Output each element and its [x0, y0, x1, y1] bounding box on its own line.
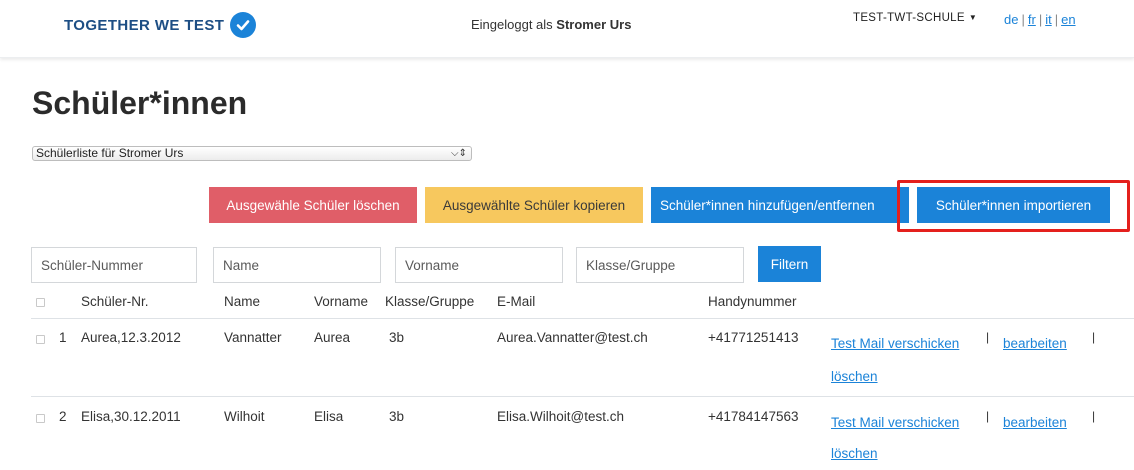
- row-divider: [31, 318, 1134, 319]
- list-select-value: Schülerliste für Stromer Urs: [36, 146, 184, 160]
- login-info: Eingeloggt als Stromer Urs: [471, 17, 631, 32]
- row-checkbox[interactable]: [36, 335, 45, 344]
- top-header: TOGETHER WE TEST Eingeloggt als Stromer …: [0, 0, 1134, 58]
- cell-firstname: Elisa: [314, 409, 344, 424]
- action-separator: |: [1092, 330, 1096, 344]
- name-filter[interactable]: [213, 247, 381, 283]
- check-circle-icon: [230, 12, 257, 38]
- action-separator: |: [1092, 409, 1096, 423]
- cell-number: Elisa,30.12.2011: [81, 409, 181, 424]
- lang-it[interactable]: it: [1045, 12, 1052, 27]
- language-switcher: de | fr | it | en: [1004, 12, 1076, 27]
- action-separator: |: [986, 330, 990, 344]
- delete-link[interactable]: löschen: [831, 369, 878, 384]
- cell-class: 3b: [389, 409, 405, 424]
- edit-link[interactable]: bearbeiten: [1003, 415, 1067, 430]
- header-firstname[interactable]: Vorname: [314, 294, 368, 309]
- login-user: Stromer Urs: [556, 17, 632, 32]
- cell-phone: +41771251413: [708, 330, 799, 345]
- select-arrows-icon: ⌵⇕: [451, 148, 467, 159]
- cell-phone: +41784147563: [708, 409, 799, 424]
- firstname-filter[interactable]: [395, 247, 563, 283]
- send-test-mail-link[interactable]: Test Mail verschicken: [831, 336, 959, 351]
- cell-number: Aurea,12.3.2012: [81, 330, 181, 345]
- select-all-checkbox[interactable]: [36, 298, 45, 307]
- send-test-mail-link[interactable]: Test Mail verschicken: [831, 415, 959, 430]
- header-name[interactable]: Name: [224, 294, 260, 309]
- header-phone[interactable]: Handynummer: [708, 294, 797, 309]
- delete-selected-button[interactable]: Ausgewähle Schüler löschen: [209, 187, 417, 223]
- lang-en[interactable]: en: [1061, 12, 1075, 27]
- import-students-button[interactable]: Schüler*innen importieren: [917, 187, 1110, 223]
- lang-separator: |: [1054, 12, 1059, 27]
- student-number-filter[interactable]: [31, 247, 197, 283]
- login-prefix: Eingeloggt als: [471, 17, 553, 32]
- caret-down-icon: ▼: [968, 13, 978, 23]
- header-class[interactable]: Klasse/Gruppe: [385, 294, 474, 309]
- cell-class: 3b: [389, 330, 405, 345]
- cell-email: Elisa.Wilhoit@test.ch: [497, 409, 624, 424]
- row-index: 2: [59, 409, 67, 424]
- cell-firstname: Aurea: [314, 330, 351, 345]
- delete-link[interactable]: löschen: [831, 446, 878, 461]
- row-checkbox[interactable]: [36, 414, 45, 423]
- logo-text: TOGETHER WE TEST: [64, 16, 225, 34]
- action-separator: |: [986, 409, 990, 423]
- edit-link[interactable]: bearbeiten: [1003, 336, 1067, 351]
- header-number[interactable]: Schüler-Nr.: [81, 294, 149, 309]
- header-email[interactable]: E-Mail: [497, 294, 535, 309]
- page-title: Schüler*innen: [32, 85, 248, 121]
- row-index: 1: [59, 330, 67, 345]
- school-dropdown[interactable]: TEST-TWT-SCHULE ▼: [853, 12, 977, 24]
- cell-name: Wilhoit: [224, 409, 265, 424]
- copy-selected-button[interactable]: Ausgewählte Schüler kopieren: [425, 187, 643, 223]
- row-divider: [31, 396, 1134, 397]
- cell-name: Vannatter: [224, 330, 282, 345]
- class-filter[interactable]: [576, 247, 744, 283]
- school-name: TEST-TWT-SCHULE: [853, 12, 965, 24]
- lang-separator: |: [1021, 12, 1025, 27]
- lang-separator: |: [1038, 12, 1043, 27]
- student-list-select[interactable]: Schülerliste für Stromer Urs ⌵⇕: [32, 146, 472, 161]
- cell-email: Aurea.Vannatter@test.ch: [497, 330, 648, 345]
- filter-button[interactable]: Filtern: [758, 246, 821, 282]
- lang-de[interactable]: de: [1004, 12, 1018, 27]
- logo[interactable]: TOGETHER WE TEST: [64, 12, 257, 38]
- lang-fr[interactable]: fr: [1028, 12, 1036, 27]
- add-remove-students-button[interactable]: Schüler*innen hinzufügen/entfernen: [651, 187, 909, 223]
